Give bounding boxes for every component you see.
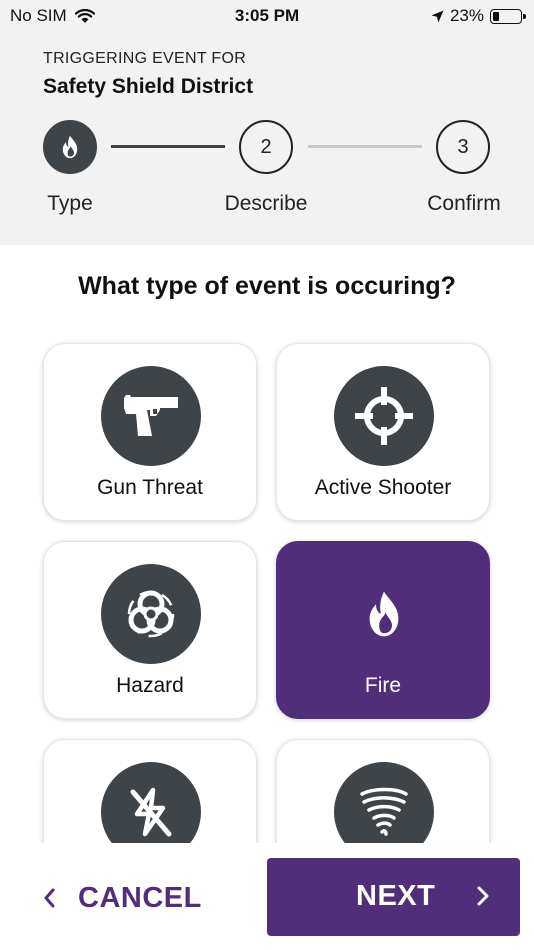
event-tile-fire[interactable]: Fire xyxy=(276,541,490,719)
next-label: NEXT xyxy=(356,880,436,912)
status-right: 23% xyxy=(431,6,526,26)
status-bar: No SIM 3:05 PM 23% xyxy=(0,0,534,32)
gun-icon xyxy=(101,366,201,466)
cancel-button[interactable]: CANCEL xyxy=(42,873,202,923)
tile-label: Active Shooter xyxy=(314,476,452,499)
event-tile-power-outage[interactable] xyxy=(43,739,257,843)
tornado-icon xyxy=(334,762,434,843)
step-2-describe: 2 xyxy=(239,120,293,174)
event-tile-gun-threat[interactable]: Gun Threat xyxy=(43,343,257,521)
biohazard-icon xyxy=(101,564,201,664)
step-3-confirm: 3 xyxy=(436,120,490,174)
step-label-describe: Describe xyxy=(224,192,308,215)
step-1-type xyxy=(43,120,97,174)
tile-label: Fire xyxy=(364,674,402,697)
chevron-right-icon xyxy=(477,886,489,906)
district-name: Safety Shield District xyxy=(43,75,254,98)
step-label-type: Type xyxy=(47,192,93,215)
event-tile-hazard[interactable]: Hazard xyxy=(43,541,257,719)
event-tile-tornado[interactable] xyxy=(276,739,490,843)
step-connector-1 xyxy=(111,145,225,148)
power-outage-icon xyxy=(101,762,201,843)
step-connector-2 xyxy=(308,145,422,148)
fire-icon xyxy=(62,135,78,159)
event-tile-active-shooter[interactable]: Active Shooter xyxy=(276,343,490,521)
tile-label: Hazard xyxy=(116,674,184,697)
cancel-label: CANCEL xyxy=(78,881,202,914)
event-header: TRIGGERING EVENT FOR Safety Shield Distr… xyxy=(0,32,534,245)
next-button[interactable]: NEXT xyxy=(267,858,520,936)
event-type-grid[interactable]: Gun Threat Active Shooter Hazard Fire xyxy=(0,330,534,843)
page-question: What type of event is occuring? xyxy=(78,272,456,300)
step-label-confirm: Confirm xyxy=(427,192,501,215)
battery-percent: 23% xyxy=(449,6,484,25)
tile-label: Gun Threat xyxy=(97,476,203,499)
fire-icon xyxy=(334,564,434,664)
chevron-left-icon xyxy=(44,888,55,908)
location-arrow-icon xyxy=(431,10,444,22)
header-kicker: TRIGGERING EVENT FOR xyxy=(43,50,247,67)
crosshair-icon xyxy=(334,366,434,466)
battery-icon xyxy=(490,8,526,24)
